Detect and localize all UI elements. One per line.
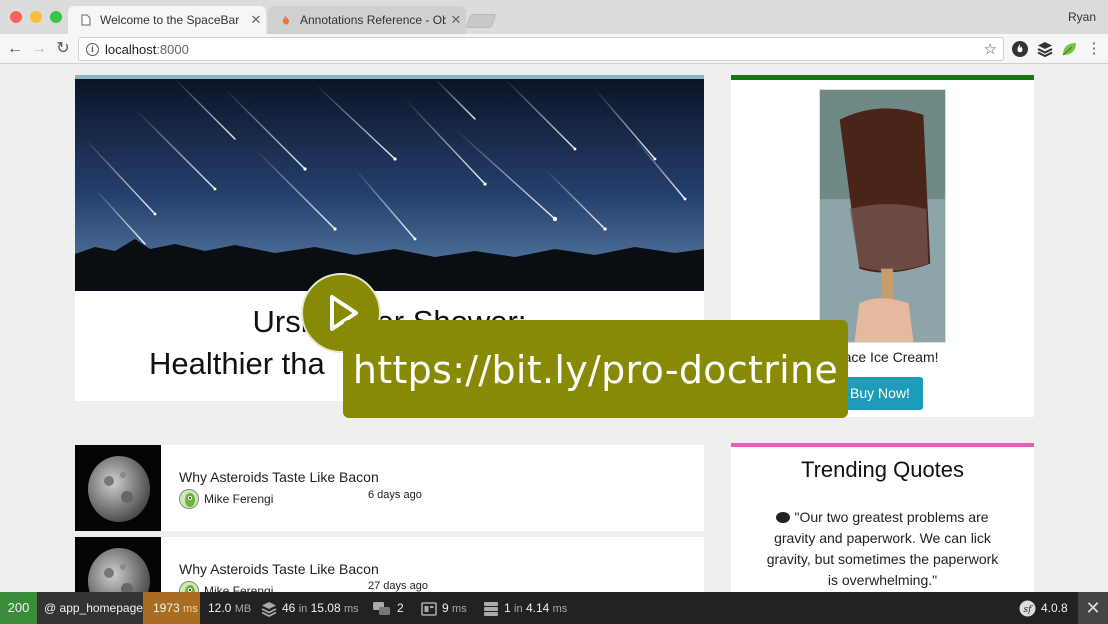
article-title[interactable]: Why Asteroids Taste Like Bacon (179, 469, 379, 485)
article-author: Mike Ferengi (204, 492, 274, 506)
symfony-debug-toolbar: 200 @ app_homepage 1973 ms 12.0 MB 46 in… (0, 592, 1108, 624)
tab-title: Welcome to the SpaceBar (100, 13, 240, 27)
symfony-logo-icon: sf (1019, 600, 1036, 617)
new-tab-button[interactable] (465, 14, 497, 28)
extension-leaf-icon[interactable] (1060, 40, 1078, 58)
address-bar[interactable]: i localhost:8000 ☆ (78, 37, 1004, 61)
close-icon[interactable]: ✕ (246, 12, 266, 28)
ice-cream-bar-image (819, 89, 946, 343)
article-author: Mike Ferengi (204, 584, 274, 592)
database-queries[interactable]: 46 in 15.08 ms (261, 592, 359, 624)
quote-body: "Our two greatest problems are gravity a… (766, 509, 999, 588)
article-list-item[interactable]: Why Asteroids Taste Like Bacon Mike Fere… (75, 537, 704, 592)
database-layers-icon (261, 601, 277, 617)
url-host: localhost (105, 42, 157, 57)
memory-unit: MB (234, 603, 252, 615)
author-avatar (179, 489, 199, 509)
template-icon (421, 602, 437, 616)
server-stack-icon (484, 601, 498, 616)
page-icon (81, 14, 91, 26)
asteroid-thumbnail (75, 537, 161, 592)
cache-in-label: in (514, 603, 523, 615)
memory-value: 12.0 (208, 601, 232, 615)
symfony-version-value: 4.0.8 (1041, 601, 1068, 615)
tab-title: Annotations Reference - Objec (300, 13, 446, 27)
query-time: 15.08 (310, 601, 341, 615)
address-url[interactable]: localhost:8000 (105, 42, 189, 57)
info-icon[interactable]: i (86, 43, 99, 56)
minimize-window-button[interactable] (30, 11, 42, 23)
translation-bubbles-icon (373, 601, 390, 615)
menu-kebab-icon[interactable]: ⋮ (1084, 39, 1104, 59)
reload-icon[interactable]: ↻ (53, 39, 73, 59)
trending-quotes-card: Trending Quotes "Our two greatest proble… (731, 443, 1034, 592)
request-time-unit: ms (183, 603, 198, 615)
extension-flame-icon[interactable] (1011, 40, 1029, 58)
cache-time-unit: ms (552, 603, 568, 615)
route-name[interactable]: @ app_homepage (37, 592, 143, 624)
close-toolbar-icon[interactable]: ✕ (1078, 592, 1108, 624)
tab-annotations-reference[interactable]: Annotations Reference - Objec ✕ (268, 6, 466, 34)
browser-tab-bar: Welcome to the SpaceBar ✕ Annotations Re… (0, 0, 1108, 34)
status-code-badge[interactable]: 200 (0, 592, 37, 624)
symfony-flame-icon (283, 15, 289, 25)
speech-bubble-icon (776, 512, 791, 523)
article-time: 6 days ago (368, 489, 422, 501)
url-port: :8000 (156, 42, 189, 57)
meteor-shower-image (75, 79, 704, 291)
article-time: 27 days ago (368, 580, 428, 592)
course-link-banner[interactable]: https://bit.ly/pro-doctrine (343, 320, 848, 418)
buy-now-button[interactable]: Buy Now! (837, 377, 923, 410)
screen: Welcome to the SpaceBar ✕ Annotations Re… (0, 0, 1108, 624)
alien-avatar-icon (185, 585, 195, 592)
query-count: 46 (282, 601, 296, 615)
close-icon[interactable]: ✕ (446, 12, 466, 28)
translation-count: 2 (397, 601, 404, 615)
extension-layers-icon[interactable] (1036, 40, 1054, 58)
memory-usage[interactable]: 12.0 MB (208, 592, 251, 624)
query-in-label: in (298, 603, 308, 615)
twig-render-time[interactable]: 9 ms (421, 592, 467, 624)
profile-name[interactable]: Ryan (1068, 10, 1096, 24)
query-time-unit: ms (343, 603, 359, 615)
symfony-version[interactable]: sf 4.0.8 (1019, 592, 1068, 624)
trending-quotes-title: Trending Quotes (800, 457, 965, 482)
tab-spacebar[interactable]: Welcome to the SpaceBar ✕ (68, 6, 266, 34)
twig-time-unit: ms (452, 603, 467, 615)
browser-toolbar: ← → ↻ i localhost:8000 ☆ ⋮ (0, 34, 1108, 64)
bookmark-star-icon[interactable]: ☆ (984, 40, 997, 58)
asteroid-thumbnail (75, 445, 161, 531)
cache-count: 1 (504, 601, 511, 615)
article-title[interactable]: Why Asteroids Taste Like Bacon (179, 561, 379, 577)
maximize-window-button[interactable] (50, 11, 62, 23)
twig-time-value: 9 (442, 601, 449, 615)
asteroid-image (88, 548, 150, 592)
request-time-value: 1973 (153, 601, 180, 615)
cache-calls[interactable]: 1 in 4.14 ms (483, 592, 567, 624)
back-arrow-icon[interactable]: ← (5, 39, 25, 59)
forward-arrow-icon[interactable]: → (29, 39, 49, 59)
cache-time: 4.14 (525, 601, 550, 615)
article-list-item[interactable]: Why Asteroids Taste Like Bacon Mike Fere… (75, 445, 704, 531)
asteroid-image (88, 456, 150, 522)
translations[interactable]: 2 (372, 592, 404, 624)
request-time[interactable]: 1973 ms (143, 592, 200, 624)
alien-avatar-icon (185, 493, 195, 507)
author-avatar (179, 581, 199, 592)
quote-text: "Our two greatest problems are gravity a… (761, 507, 1004, 591)
close-window-button[interactable] (10, 11, 22, 23)
